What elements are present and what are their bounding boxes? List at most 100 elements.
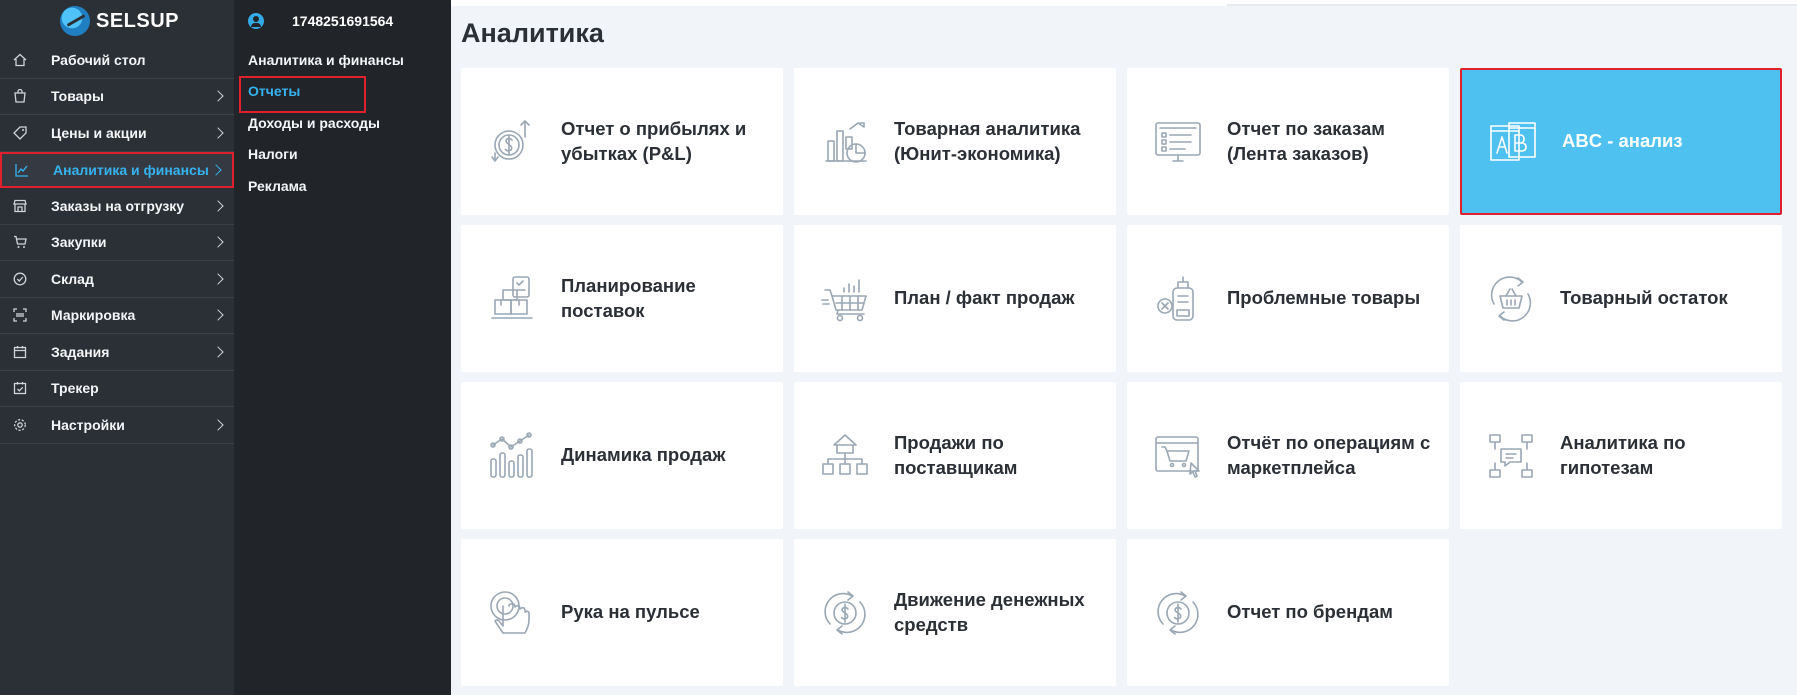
brands-report-icon [1151,586,1205,640]
sidebar-item-tasks[interactable]: Задания [0,334,234,371]
card-title: Отчет о прибылях и убытках (P&L) [561,117,747,164]
sidebar-item-label: Задания [51,343,110,360]
gear-icon [12,417,28,433]
sidebar-item-label: Закупки [51,234,107,251]
sidebar-item-analytics[interactable]: Аналитика и финансы [0,151,234,188]
sidebar-item-dashboard[interactable]: Рабочий стол [0,42,234,79]
subnav-item-advertising[interactable]: Реклама [234,170,451,202]
chevron-right-icon [212,200,224,212]
report-card-abc-analysis[interactable]: ABC - анализ [1460,68,1782,215]
sidebar-item-settings[interactable]: Настройки [0,407,234,444]
report-card-sales-dynamics[interactable]: Динамика продаж [461,382,783,529]
sidebar-item-orders[interactable]: Заказы на отгрузку [0,188,234,225]
card-title: Планирование поставок [561,274,696,321]
report-card-product-analytics[interactable]: Товарная аналитика (Юнит-экономика) [794,68,1116,215]
cash-flow-icon [818,586,872,640]
card-title: Товарный остаток [1560,287,1728,309]
subnav-item-income-expenses[interactable]: Доходы и расходы [234,107,451,139]
account-selector[interactable]: 1748251691564 [234,0,451,42]
stock-balance-icon [1484,272,1538,326]
subnav-item-analytics-finance[interactable]: Аналитика и финансы [234,44,451,76]
sidebar-item-label: Товары [51,88,104,105]
chevron-right-icon [212,127,224,139]
hand-pulse-icon [485,586,539,640]
marketplace-ops-icon [1151,429,1205,483]
report-card-stock-balance[interactable]: Товарный остаток [1460,225,1782,372]
calendar-icon [12,344,28,360]
card-title: ABC - анализ [1562,130,1683,152]
chevron-right-icon [212,419,224,431]
problem-products-icon [1151,272,1205,326]
report-card-problem-products[interactable]: Проблемные товары [1127,225,1449,372]
report-card-cash-flow[interactable]: Движение денежных средств [794,539,1116,686]
card-title: Проблемные товары [1227,287,1421,309]
sidebar-item-warehouse[interactable]: Склад [0,261,234,298]
calendar-check-icon [12,380,28,396]
sidebar-item-label: Заказы на отгрузку [51,197,185,214]
chevron-right-icon [212,346,224,358]
card-title: Отчет по брендам [1227,601,1393,623]
report-card-hand-pulse[interactable]: Рука на пульсе [461,539,783,686]
chevron-right-icon [212,236,224,248]
abc-analysis-icon [1486,115,1540,169]
report-card-hypotheses[interactable]: Аналитика по гипотезам [1460,382,1782,529]
chevron-right-icon [212,273,224,285]
logo-icon [60,6,90,36]
brand-name: SELSUP [96,9,180,32]
report-card-supply-planning[interactable]: Планирование поставок [461,225,783,372]
logo[interactable]: SELSUP [0,0,234,42]
supply-planning-icon [485,272,539,326]
report-card-marketplace-ops[interactable]: Отчёт по операциям с маркетплейса [1127,382,1449,529]
card-title: Рука на пульсе [561,601,700,623]
card-title: План / факт продаж [894,287,1075,309]
store-icon [12,198,28,214]
page-title: Аналитика [461,18,604,48]
sidebar-item-label: Склад [51,270,94,287]
report-cards-grid: Отчет о прибылях и убытках (P&L) Товарна… [461,68,1782,686]
tag-icon [12,125,28,141]
sidebar-item-label: Трекер [51,380,99,397]
chevron-right-icon [212,90,224,102]
sidebar-item-label: Цены и акции [51,124,147,141]
report-card-brands[interactable]: Отчет по брендам [1127,539,1449,686]
report-card-supplier-sales[interactable]: Продажи по поставщикам [794,382,1116,529]
card-title: Динамика продаж [561,444,726,466]
hypotheses-icon [1484,429,1538,483]
main-content: Аналитика Отчет о прибылях и убытках (P&… [451,6,1797,695]
account-id: 1748251691564 [292,13,394,29]
shopping-bag-icon [12,88,28,104]
sidebar-item-tracker[interactable]: Трекер [0,371,234,407]
card-title: Аналитика по гипотезам [1560,431,1686,478]
main-sidebar: SELSUP Рабочий стол Товары Цены и акции [0,0,234,695]
sidebar-item-purchases[interactable]: Закупки [0,225,234,261]
user-icon [248,13,264,29]
card-title: Отчёт по операциям с маркетплейса [1227,431,1431,478]
sidebar-item-label: Рабочий стол [51,51,146,68]
supplier-sales-icon [818,429,872,483]
profit-loss-icon [485,115,539,169]
sidebar-item-products[interactable]: Товары [0,79,234,115]
barcode-icon [12,307,28,323]
sidebar-item-label: Аналитика и финансы [53,161,209,178]
subnav-item-reports[interactable]: Отчеты [234,75,451,112]
section-sidebar: 1748251691564 Аналитика и финансы Отчеты… [234,0,451,695]
report-card-profit-loss[interactable]: Отчет о прибылях и убытках (P&L) [461,68,783,215]
sidebar-item-marking[interactable]: Маркировка [0,298,234,334]
plan-fact-icon [818,272,872,326]
sidebar-nav: Рабочий стол Товары Цены и акции Аналити… [0,42,234,444]
orders-report-icon [1151,115,1205,169]
sidebar-item-label: Настройки [51,416,125,433]
card-title: Движение денежных средств [894,588,1085,635]
product-analytics-icon [818,115,872,169]
chevron-right-icon [210,164,222,176]
chevron-right-icon [212,309,224,321]
check-circle-icon [12,271,28,287]
sidebar-item-prices[interactable]: Цены и акции [0,115,234,152]
subnav-item-taxes[interactable]: Налоги [234,139,451,171]
report-card-orders[interactable]: Отчет по заказам (Лента заказов) [1127,68,1449,215]
subnav: Аналитика и финансы Отчеты Доходы и расх… [234,44,451,202]
card-title: Товарная аналитика (Юнит-экономика) [894,117,1081,164]
card-title: Отчет по заказам (Лента заказов) [1227,117,1385,164]
sales-dynamics-icon [485,429,539,483]
report-card-plan-fact[interactable]: План / факт продаж [794,225,1116,372]
